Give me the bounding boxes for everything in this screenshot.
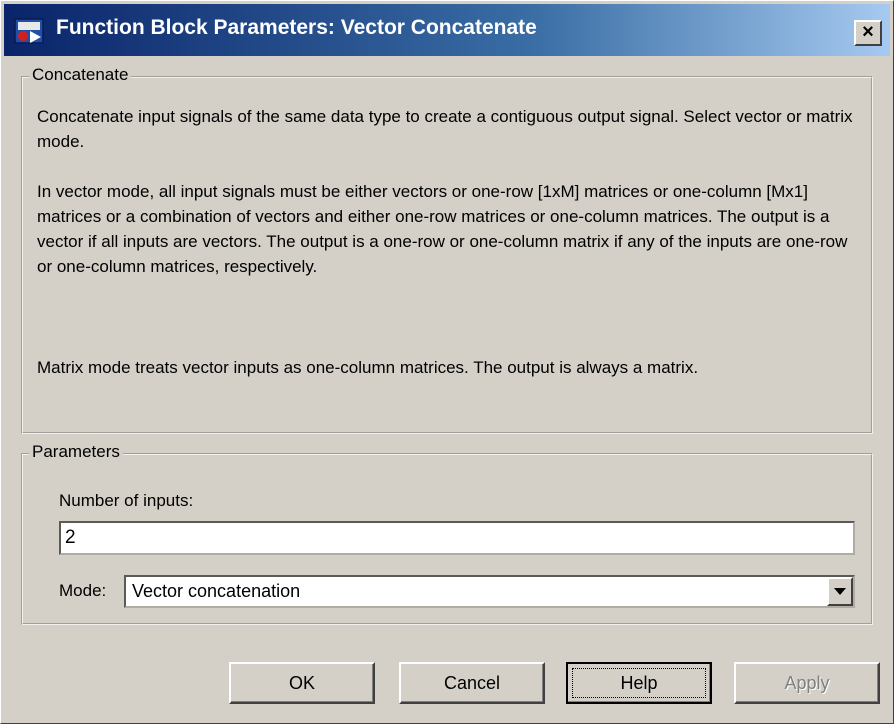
number-of-inputs-field[interactable]: 2 [59, 521, 855, 555]
help-button[interactable]: Help [566, 662, 712, 704]
title-bar[interactable]: Function Block Parameters: Vector Concat… [4, 4, 890, 56]
parameters-legend: Parameters [29, 442, 123, 462]
mode-dropdown-button[interactable] [827, 577, 853, 606]
mode-selected-value: Vector concatenation [132, 581, 301, 601]
concatenate-legend: Concatenate [29, 65, 132, 85]
parameters-groupbox: Parameters Number of inputs: 2 Mode: Vec… [21, 442, 873, 625]
description-paragraph-2: In vector mode, all input signals must b… [37, 182, 848, 276]
description-paragraph-1: Concatenate input signals of the same da… [37, 107, 853, 151]
close-icon: × [862, 21, 874, 43]
mode-dropdown[interactable]: Vector concatenation [124, 575, 855, 608]
dialog-window: Function Block Parameters: Vector Concat… [0, 0, 894, 724]
window-title: Function Block Parameters: Vector Concat… [56, 16, 537, 39]
cancel-button[interactable]: Cancel [399, 662, 545, 704]
description-paragraph-3: Matrix mode treats vector inputs as one-… [37, 358, 699, 377]
chevron-down-icon [834, 588, 846, 595]
apply-button[interactable]: Apply [734, 662, 880, 704]
mode-label: Mode: [59, 581, 107, 600]
concatenate-groupbox: Concatenate Concatenate input signals of… [21, 65, 873, 434]
simulink-block-icon [14, 18, 44, 44]
ok-button[interactable]: OK [229, 662, 375, 704]
number-of-inputs-label: Number of inputs: [59, 491, 194, 510]
close-button[interactable]: × [854, 20, 882, 46]
focus-ring [572, 668, 706, 698]
